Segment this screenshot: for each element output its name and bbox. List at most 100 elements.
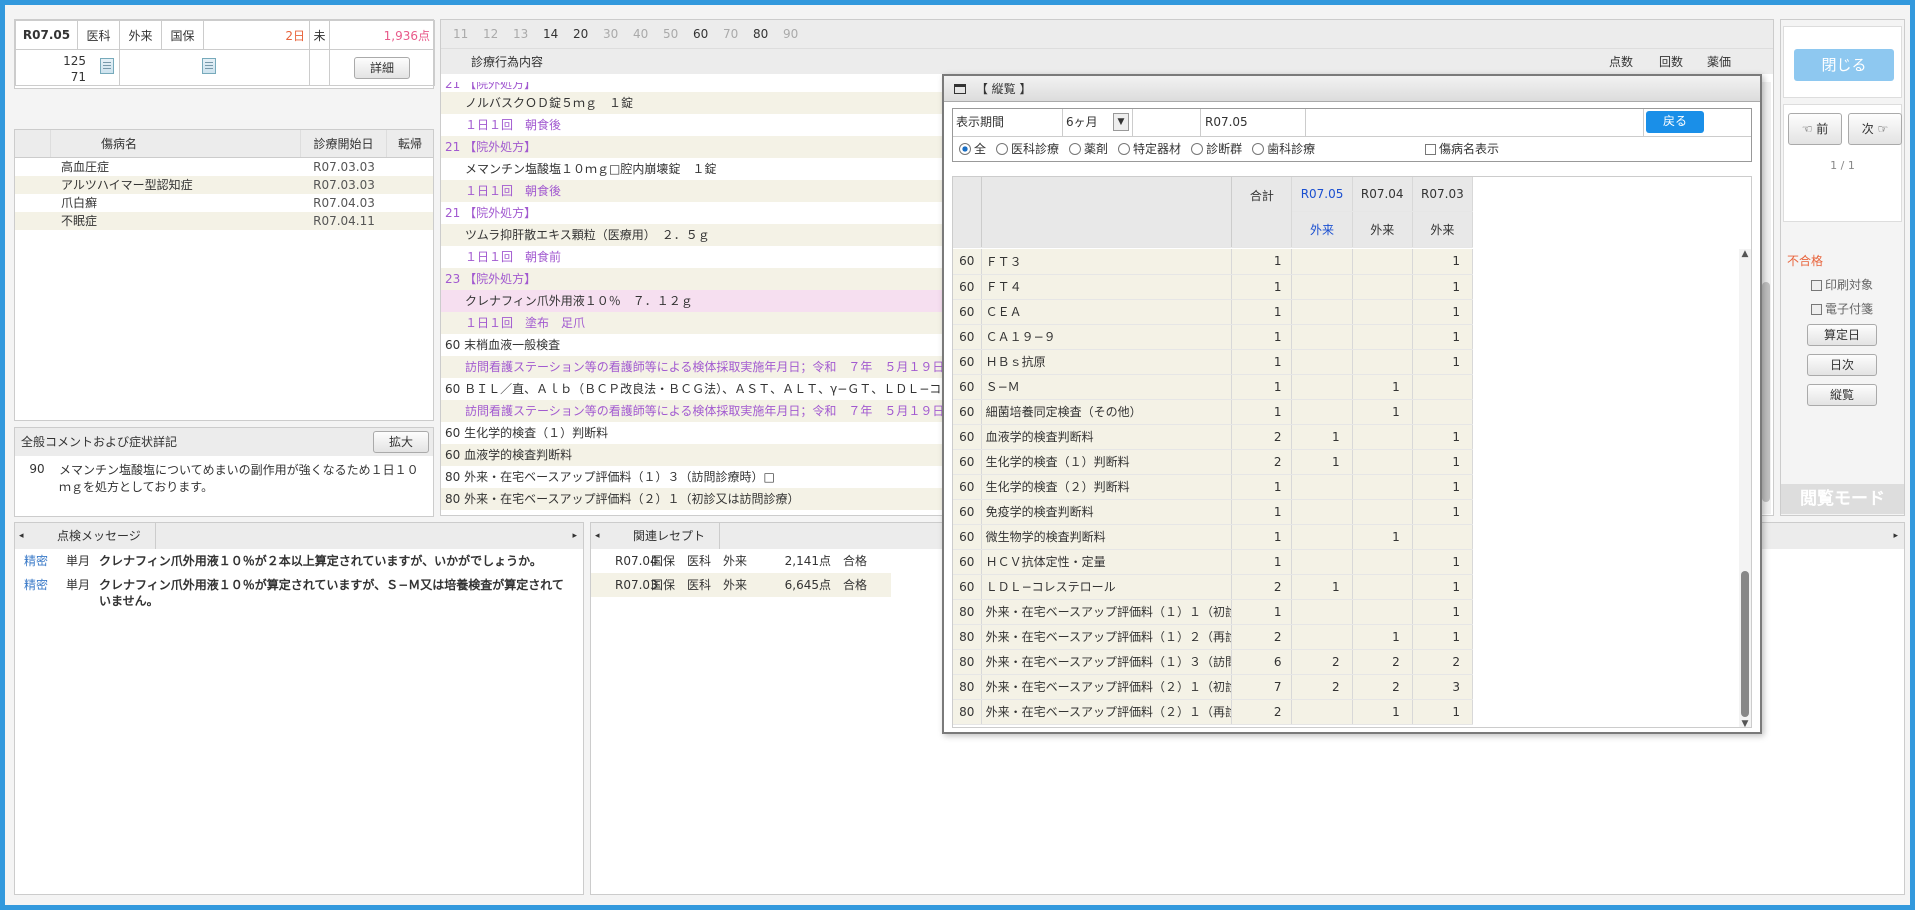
print-target-checkbox[interactable] <box>1811 280 1822 291</box>
grid-row[interactable]: 60 血液学的検査判断料 2 1 1 <box>953 424 1474 450</box>
category-tab-14[interactable]: 14 <box>543 20 573 48</box>
category-tab-50[interactable]: 50 <box>663 20 693 48</box>
grid-row[interactable]: 80 外来・在宅ベースアップ評価料（１）２（再診 2 1 1 <box>953 624 1474 650</box>
grid-row[interactable]: 80 外来・在宅ベースアップ評価料（２）１（初診 7 2 2 3 <box>953 674 1474 700</box>
category-tab-12[interactable]: 12 <box>483 20 513 48</box>
vertical-view-button[interactable]: 縦覧 <box>1807 384 1877 406</box>
grid-total: 1 <box>1231 524 1293 550</box>
related-receipt-row[interactable]: R07.03 国保 医科 外来 6,645点 合格 <box>591 573 891 597</box>
check-message-row[interactable]: 精密 単月 クレナフィン爪外用液１０％が２本以上算定されていますが、いかがでしょうか… <box>15 549 583 573</box>
checkbox-icon <box>1425 144 1436 155</box>
grid-month-value <box>1412 399 1474 425</box>
disease-date: R07.04.03 <box>313 196 375 210</box>
grid-name: 外来・在宅ベースアップ評価料（２）１（再診 <box>981 699 1233 725</box>
category-tab-90[interactable]: 90 <box>783 20 813 48</box>
grid-row[interactable]: 60 細菌培養同定検査（その他） 1 1 <box>953 399 1474 425</box>
grid-row[interactable]: 60 ＦＴ４ 1 1 <box>953 274 1474 300</box>
treatment-scrollbar[interactable] <box>1761 82 1771 514</box>
grid-name: ＨＣＶ抗体定性・定量 <box>981 549 1233 575</box>
collapse-left-icon[interactable]: ◂ <box>595 523 600 549</box>
category-tab-60[interactable]: 60 <box>693 20 723 48</box>
grid-scrollbar[interactable]: ▲ ▼ <box>1739 249 1751 727</box>
filter-radio-1[interactable]: 医科診療 <box>996 142 1059 156</box>
grid-row[interactable]: 60 ＬＤＬ−コレステロール 2 1 1 <box>953 574 1474 600</box>
document-icon[interactable] <box>202 58 216 74</box>
grid-code: 60 <box>953 424 982 450</box>
grid-month-value: 1 <box>1291 449 1353 475</box>
disease-row[interactable]: 爪白癬 R07.04.03 <box>15 194 433 212</box>
grid-row[interactable]: 60 Ｓ−Ｍ 1 1 <box>953 374 1474 400</box>
grid-month-value: 3 <box>1412 674 1474 700</box>
grid-month-value <box>1291 274 1353 300</box>
filter-radio-5[interactable]: 歯科診療 <box>1252 142 1315 156</box>
grid-row[interactable]: 60 ＣＥＡ 1 1 <box>953 299 1474 325</box>
grid-month-value <box>1352 499 1413 525</box>
grid-row[interactable]: 60 生化学的検査（２）判断料 1 1 <box>953 474 1474 500</box>
category-tab-80[interactable]: 80 <box>753 20 783 48</box>
period-select[interactable]: 6ヶ月 ▼ <box>1063 109 1133 136</box>
grid-name: 微生物学的検査判断料 <box>981 524 1233 550</box>
related-points: 2,141点 <box>784 554 831 568</box>
filter-radio-0[interactable]: 全 <box>959 142 986 156</box>
category-tab-40[interactable]: 40 <box>633 20 663 48</box>
document-icon[interactable] <box>100 58 114 74</box>
grid-row[interactable]: 60 ＣＡ１９−９ 1 1 <box>953 324 1474 350</box>
category-tab-20[interactable]: 20 <box>573 20 603 48</box>
outcome-header: 転帰 <box>397 137 422 151</box>
back-button[interactable]: 戻る <box>1646 111 1704 133</box>
grid-month-value <box>1352 549 1413 575</box>
disease-date: R07.04.11 <box>313 214 375 228</box>
start-date-header: 診療開始日 <box>301 130 387 157</box>
grid-code: 60 <box>953 324 982 350</box>
expand-button[interactable]: 拡大 <box>373 431 429 453</box>
filter-radio-2[interactable]: 薬剤 <box>1069 142 1108 156</box>
dialog-title: 【 縦覧 】 <box>975 82 1032 96</box>
grid-row[interactable]: 80 外来・在宅ベースアップ評価料（１）１（初診 1 1 <box>953 599 1474 625</box>
grid-total: 2 <box>1231 624 1293 650</box>
prev-button[interactable]: ☜ 前 <box>1788 113 1842 145</box>
collapse-left-icon[interactable]: ◂ <box>19 523 24 549</box>
category-tab-70[interactable]: 70 <box>723 20 753 48</box>
grid-row[interactable]: 60 ＦＴ３ 1 1 <box>953 249 1474 275</box>
disease-date: R07.03.03 <box>313 160 375 174</box>
disease-row[interactable]: 不眠症 R07.04.11 <box>15 212 433 230</box>
grid-month-value <box>1352 574 1413 600</box>
grid-row[interactable]: 60 免疫学的検査判断料 1 1 <box>953 499 1474 525</box>
calc-day-button[interactable]: 算定日 <box>1807 324 1877 346</box>
grid-month-value <box>1291 549 1353 575</box>
disease-row[interactable]: 高血圧症 R07.03.03 <box>15 158 433 176</box>
check-message-row[interactable]: 精密 単月 クレナフィン爪外用液１０％が算定されていますが、Ｓ−Ｍ又は培養検査が算定… <box>15 573 583 613</box>
grid-name: ＦＴ４ <box>981 274 1233 300</box>
insurance-cell: 国保 <box>161 20 204 50</box>
grid-month-value: 2 <box>1291 674 1353 700</box>
category-tab-30[interactable]: 30 <box>603 20 633 48</box>
collapse-right-icon[interactable]: ▸ <box>572 523 577 549</box>
detail-button[interactable]: 詳細 <box>354 56 410 79</box>
comment-panel: 全般コメントおよび症状詳記 拡大 90 メマンチン塩酸塩についてめまいの副作用が… <box>14 427 434 517</box>
grid-total: 1 <box>1231 499 1293 525</box>
collapse-right-icon[interactable]: ▸ <box>1893 523 1898 549</box>
grid-row[interactable]: 60 生化学的検査（１）判断料 2 1 1 <box>953 449 1474 475</box>
disease-row[interactable]: アルツハイマー型認知症 R07.03.03 <box>15 176 433 194</box>
grid-month-value: 2 <box>1352 674 1413 700</box>
filter-radio-4[interactable]: 診断群 <box>1191 142 1242 156</box>
filter-radio-3[interactable]: 特定器材 <box>1118 142 1181 156</box>
show-disease-checkbox[interactable]: 傷病名表示 <box>1425 137 1499 161</box>
daily-button[interactable]: 日次 <box>1807 354 1877 376</box>
check-tab[interactable]: 点検メッセージ <box>43 523 156 549</box>
grid-row[interactable]: 80 外来・在宅ベースアップ評価料（１）３（訪問 6 2 2 2 <box>953 649 1474 675</box>
grid-month-value <box>1352 324 1413 350</box>
grid-month-value <box>1352 299 1413 325</box>
grid-row[interactable]: 60 微生物学的検査判断料 1 1 <box>953 524 1474 550</box>
grid-row[interactable]: 60 ＨＢｓ抗原 1 1 <box>953 349 1474 375</box>
e-tag-checkbox[interactable] <box>1811 304 1822 315</box>
related-tab[interactable]: 関連レセプト <box>619 523 721 549</box>
category-tab-11[interactable]: 11 <box>453 20 483 48</box>
points-cell: 1,936点 <box>329 20 435 50</box>
grid-row[interactable]: 80 外来・在宅ベースアップ評価料（２）１（再診 2 1 1 <box>953 699 1474 725</box>
grid-row[interactable]: 60 ＨＣＶ抗体定性・定量 1 1 <box>953 549 1474 575</box>
category-tab-13[interactable]: 13 <box>513 20 543 48</box>
period-era: R07.05 <box>1201 109 1306 136</box>
next-button[interactable]: 次 ☞ <box>1848 113 1902 145</box>
close-button[interactable]: 閉じる <box>1794 49 1894 81</box>
